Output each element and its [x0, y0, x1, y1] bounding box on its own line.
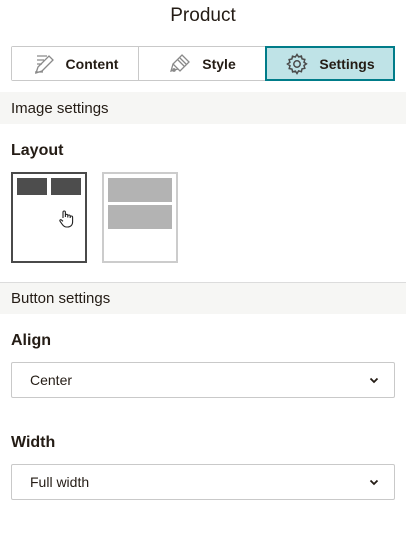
tab-style-label: Style: [202, 55, 236, 72]
tab-style[interactable]: Style: [139, 47, 266, 80]
width-label: Width: [11, 434, 56, 451]
pencil-icon: [34, 54, 54, 74]
layout-option-stacked[interactable]: [102, 172, 178, 263]
tab-content-label: Content: [65, 55, 119, 72]
button-settings-heading: Button settings: [0, 282, 406, 314]
chevron-down-icon: [369, 377, 379, 384]
layout-option-side-by-side[interactable]: [11, 172, 87, 263]
align-label: Align: [11, 332, 51, 349]
width-select[interactable]: Full width: [11, 464, 395, 500]
image-settings-heading: Image settings: [0, 92, 406, 124]
gear-icon: [286, 52, 309, 75]
align-select-value: Center: [30, 372, 73, 388]
tab-bar: Content Style Settings: [11, 46, 395, 81]
layout-image-block: [51, 178, 81, 195]
panel-title: Product: [170, 5, 236, 26]
layout-label: Layout: [11, 142, 64, 159]
tab-settings-label: Settings: [319, 55, 375, 72]
tab-settings[interactable]: Settings: [265, 46, 395, 81]
layout-image-block: [108, 205, 172, 229]
layout-image-block: [108, 178, 172, 202]
hand-cursor-icon: [59, 210, 74, 228]
layout-image-block: [17, 178, 47, 195]
tab-content[interactable]: Content: [12, 47, 139, 80]
paint-icon: [170, 53, 191, 72]
align-select[interactable]: Center: [11, 362, 395, 398]
chevron-down-icon: [369, 479, 379, 486]
width-select-value: Full width: [30, 474, 90, 490]
